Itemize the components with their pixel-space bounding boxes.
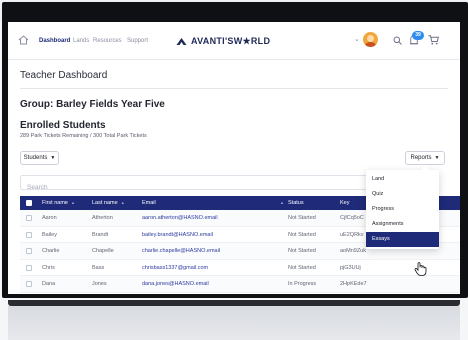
cell-email[interactable]: bailey.brandt@HASNO.email [142, 227, 213, 243]
cell-status: Not Started [288, 231, 316, 238]
avatar[interactable] [363, 32, 378, 47]
cell-last-name: Brandt [92, 231, 109, 238]
cell-status: Not Started [288, 264, 316, 271]
chevron-down-icon[interactable]: ⌄ [354, 35, 360, 43]
cell-status: Not Started [288, 215, 316, 221]
column-header-first-name[interactable]: First name ▲ [42, 196, 75, 210]
home-icon[interactable] [18, 35, 29, 45]
cell-first-name: Chris [42, 264, 55, 271]
column-header-email[interactable]: Email [142, 196, 156, 210]
cell-first-name: Dana [42, 281, 56, 287]
menu-item-quiz[interactable]: Quiz [366, 187, 439, 202]
select-all-checkbox[interactable] [26, 200, 32, 206]
menu-item-assignments[interactable]: Assignments [366, 217, 439, 232]
cell-key: pjG3UUj [340, 264, 361, 271]
page-title: Teacher Dashboard [20, 70, 108, 81]
cell-status: Not Started [288, 248, 316, 254]
row-checkbox[interactable] [26, 231, 32, 238]
cell-key: CjfCq5oC [340, 215, 364, 221]
cell-email[interactable]: chrisbass1337@gmail.com [142, 260, 208, 276]
students-label: Students [23, 155, 48, 161]
table-row[interactable]: Chris Bass chrisbass1337@gmail.com Not S… [20, 260, 460, 276]
chevron-down-icon: ▼ [50, 155, 56, 161]
brand-logo[interactable]: AVANTI'SW★RLD [176, 35, 270, 47]
divider [20, 88, 448, 89]
row-checkbox[interactable] [26, 248, 32, 254]
column-header-key[interactable]: Key [340, 196, 349, 210]
cell-status: In Progress [288, 281, 317, 287]
cell-key: uE2QRkv [340, 231, 364, 238]
cell-email[interactable]: aaron.atherton@HASNO.email [142, 210, 218, 226]
search-field[interactable] [20, 175, 368, 194]
cell-last-name: Jones [92, 281, 107, 287]
menu-item-land[interactable]: Land [366, 172, 439, 187]
row-checkbox[interactable] [26, 281, 32, 287]
brand-mark-icon [176, 37, 187, 45]
cell-key: 2HpKEde7 [340, 281, 367, 287]
top-nav: Dashboard Lands Resources Support AVANTI… [8, 22, 460, 60]
group-title: Group: Barley Fields Year Five [20, 99, 165, 110]
cell-last-name: Chapelle [92, 248, 114, 254]
menu-pointer [421, 166, 429, 170]
cell-last-name: Atherton [92, 215, 113, 221]
table-row[interactable]: Dana Jones dana.jones@HASNO.email In Pro… [20, 276, 460, 293]
menu-item-essays[interactable]: Essays [366, 232, 439, 247]
cell-first-name: Bailey [42, 231, 57, 238]
column-header-status[interactable]: Status [288, 196, 304, 210]
tickets-summary: 289 Park Tickets Remaining / 300 Total P… [20, 133, 147, 139]
sort-icon[interactable]: ▲ [277, 196, 284, 210]
notification-icon[interactable]: 39 [408, 31, 424, 47]
reports-dropdown-button[interactable]: Reports ▼ [405, 151, 445, 165]
cart-count-badge: 39 [412, 31, 424, 40]
row-checkbox[interactable] [26, 264, 32, 271]
column-header-last-name[interactable]: Last name ▲ [92, 196, 125, 210]
nav-lands[interactable]: Lands [73, 38, 89, 44]
cell-key: aoMn9Zuk [340, 248, 366, 254]
cell-first-name: Aaron [42, 215, 57, 221]
cell-last-name: Bass [92, 264, 105, 271]
screen: Dashboard Lands Resources Support AVANTI… [8, 22, 460, 294]
cell-first-name: Charlie [42, 248, 60, 254]
reports-label: Reports [410, 155, 432, 161]
cart-icon[interactable] [428, 35, 439, 45]
search-input[interactable] [21, 181, 367, 194]
nav-dashboard[interactable]: Dashboard [39, 38, 70, 44]
backdrop-bottom-panel [8, 306, 460, 340]
search-icon[interactable] [393, 36, 402, 45]
students-dropdown-button[interactable]: Students ▼ [20, 151, 59, 165]
cell-email[interactable]: dana.jones@HASNO.email [142, 276, 209, 292]
nav-support[interactable]: Support [127, 38, 148, 44]
brand-name: AVANTI'SW★RLD [191, 35, 271, 46]
nav-resources[interactable]: Resources [93, 38, 122, 44]
cell-email[interactable]: charlie.chapelle@HASNO.email [142, 243, 220, 259]
row-checkbox[interactable] [26, 215, 32, 221]
hand-cursor-icon [414, 262, 427, 276]
section-title: Enrolled Students [20, 120, 106, 131]
reports-menu: Land Quiz Progress Assignments Essays [366, 166, 439, 249]
menu-item-progress[interactable]: Progress [366, 202, 439, 217]
chevron-down-icon: ▼ [434, 155, 440, 161]
